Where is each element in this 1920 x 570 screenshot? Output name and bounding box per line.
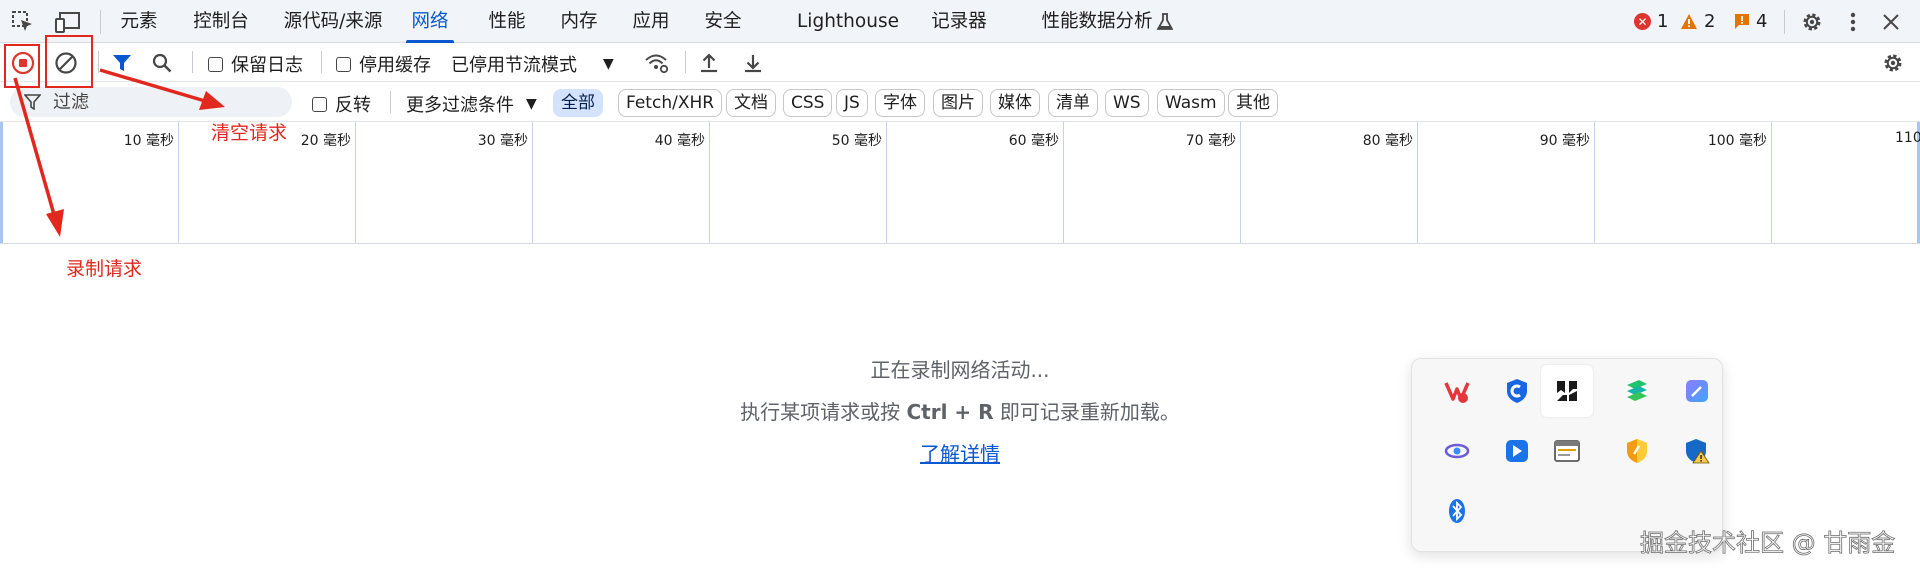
timeline-tick-label: 50 毫秒 (831, 133, 882, 149)
reload-hint-prefix: 执行某项请求或按 (740, 400, 907, 424)
annotation-clear-label: 清空请求 (211, 122, 288, 144)
timeline-tick-label: 100 毫秒 (1707, 133, 1767, 149)
more-options-icon[interactable] (1843, 9, 1863, 35)
more-filters-label: 更多过滤条件 (406, 95, 514, 116)
error-count-badge[interactable]: ✕ 1 (1634, 0, 1668, 43)
timeline-gridline (1063, 122, 1064, 243)
export-har-download-icon[interactable] (741, 51, 765, 75)
timeline-tick-label: 40 毫秒 (654, 133, 705, 149)
reload-shortcut-keys: Ctrl + R (906, 400, 994, 424)
type-filter-font[interactable]: 字体 (875, 89, 925, 117)
tab-recorder[interactable]: 记录器 (928, 0, 990, 43)
tab-bar-divider-right (1784, 10, 1785, 34)
type-filter-img[interactable]: 图片 (933, 89, 983, 117)
more-filters-dropdown[interactable]: 更多过滤条件 ▼ (406, 91, 537, 117)
timeline-tick-label: 60 毫秒 (1008, 133, 1059, 149)
tab-memory[interactable]: 内存 (558, 0, 600, 43)
network-conditions-icon[interactable] (643, 51, 671, 75)
settings-gear-icon[interactable] (1799, 9, 1825, 35)
tab-performance-insights[interactable]: 性能数据分析 (1041, 0, 1153, 43)
tab-network[interactable]: 网络 (406, 0, 454, 43)
experiment-flask-icon (1156, 12, 1174, 32)
reload-hint-suffix: 即可记录重新加载。 (993, 400, 1180, 424)
defender-warning-icon[interactable] (1673, 427, 1721, 475)
timeline-tick-label: 70 毫秒 (1185, 133, 1236, 149)
timeline-tick-label: 90 毫秒 (1539, 133, 1590, 149)
tab-security[interactable]: 安全 (702, 0, 744, 43)
issues-count: 4 (1756, 11, 1768, 32)
chevron-down-icon: ▼ (603, 56, 614, 72)
learn-more-link[interactable]: 了解详情 (920, 442, 1000, 466)
warning-icon (1680, 13, 1698, 30)
type-filter-other[interactable]: 其他 (1228, 89, 1278, 117)
disable-cache-checkbox[interactable]: 停用缓存 (336, 51, 431, 77)
throttling-select[interactable]: 已停用节流模式 ▼ (451, 51, 614, 77)
type-filter-manifest[interactable]: 清单 (1048, 89, 1098, 117)
swirl-app-icon[interactable] (1433, 427, 1481, 475)
disable-cache-box[interactable] (336, 56, 351, 72)
timeline-gridline (1594, 122, 1595, 243)
shield-app-icon[interactable] (1493, 367, 1541, 415)
type-filter-fetch-xhr[interactable]: Fetch/XHR (618, 89, 723, 117)
type-filter-wasm[interactable]: Wasm (1157, 89, 1225, 117)
chevron-down-icon: ▼ (526, 96, 537, 112)
timeline-gridline (886, 122, 887, 243)
stacked-layers-icon[interactable] (1613, 367, 1661, 415)
timeline-gridline (709, 122, 710, 243)
timeline-gridline (1771, 122, 1772, 243)
window-app-icon[interactable] (1543, 427, 1591, 475)
timeline-gridline (1417, 122, 1418, 243)
purple-edit-icon[interactable] (1673, 367, 1721, 415)
close-icon[interactable] (1879, 10, 1903, 34)
watermark-text: 掘金技术社区 @ 甘雨金 (1640, 529, 1896, 558)
type-filter-all[interactable]: 全部 (553, 89, 603, 117)
toolbar-divider (321, 51, 322, 73)
warning-count-badge[interactable]: 2 (1680, 0, 1715, 43)
import-har-upload-icon[interactable] (697, 51, 721, 75)
invert-checkbox[interactable]: 反转 (312, 91, 371, 117)
error-count: 1 (1657, 11, 1669, 32)
filter-divider (390, 91, 391, 113)
wps-icon[interactable] (1433, 367, 1481, 415)
type-filter-js[interactable]: JS (836, 89, 868, 117)
type-filter-media[interactable]: 媒体 (990, 89, 1040, 117)
annotation-record-label: 录制请求 (66, 258, 143, 280)
blue-arrow-app-icon[interactable] (1493, 427, 1541, 475)
toolbar-divider (685, 51, 686, 73)
dark-app-icon[interactable] (1541, 365, 1593, 417)
error-icon: ✕ (1634, 13, 1651, 30)
timeline-tick-label: 110 (1895, 130, 1920, 146)
type-filter-ws[interactable]: WS (1105, 89, 1149, 117)
timeline-gridline (532, 122, 533, 243)
disable-cache-label: 停用缓存 (359, 55, 431, 76)
type-filter-doc[interactable]: 文档 (726, 89, 776, 117)
orange-shield-icon[interactable] (1613, 427, 1661, 475)
warning-count: 2 (1704, 11, 1716, 32)
timeline-tick-label: 30 毫秒 (477, 133, 528, 149)
throttling-value: 已停用节流模式 (451, 55, 577, 76)
tab-application[interactable]: 应用 (630, 0, 672, 43)
type-filter-css[interactable]: CSS (783, 89, 833, 117)
tab-performance[interactable]: 性能 (486, 0, 528, 43)
timeline-gridline (355, 122, 356, 243)
issues-count-badge[interactable]: 4 (1734, 0, 1767, 43)
issues-icon (1734, 13, 1750, 30)
timeline-gridline (1240, 122, 1241, 243)
bluetooth-icon[interactable] (1433, 487, 1481, 535)
network-settings-gear-icon[interactable] (1880, 50, 1906, 76)
tab-lighthouse[interactable]: Lighthouse (797, 0, 899, 43)
invert-label: 反转 (335, 95, 371, 116)
timeline-tick-label: 80 毫秒 (1362, 133, 1413, 149)
